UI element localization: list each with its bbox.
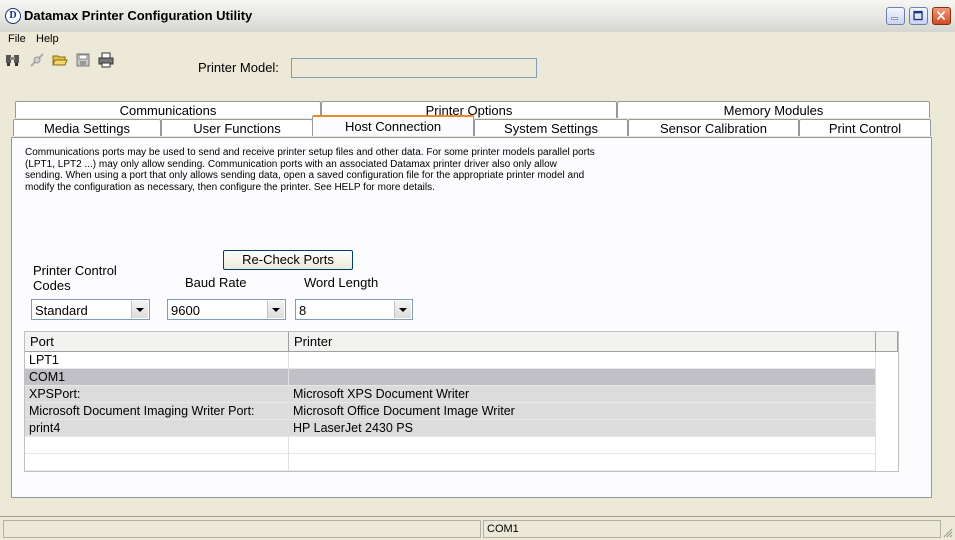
tab-user-functions[interactable]: User Functions [161,119,313,136]
tab-media-settings[interactable]: Media Settings [13,119,161,136]
status-pane-port: COM1 [483,520,941,538]
tab-communications[interactable]: Communications [15,101,321,118]
open-folder-icon[interactable] [52,52,68,68]
baud-rate-select[interactable]: 9600 [167,299,286,320]
table-row[interactable]: COM1 [25,369,876,386]
search-printer-icon[interactable] [5,52,21,68]
table-row[interactable]: Microsoft Document Imaging Writer Port: … [25,403,876,420]
maximize-button[interactable] [909,7,928,25]
table-row[interactable]: print4 HP LaserJet 2430 PS [25,420,876,437]
port-cell [25,437,289,454]
tab-sensor-calibration[interactable]: Sensor Calibration [628,119,799,136]
tab-strip: Communications Printer Options Memory Mo… [0,100,955,136]
menu-file[interactable]: File [8,33,26,45]
column-header-extra [876,332,898,351]
save-disk-icon[interactable] [75,52,91,68]
word-length-value: 8 [299,303,307,318]
tab-print-control[interactable]: Print Control [799,119,931,136]
minimize-button[interactable] [886,7,905,25]
resize-grip-icon[interactable] [941,526,953,538]
column-header-port[interactable]: Port [25,332,289,351]
port-cell: LPT1 [25,352,289,369]
tab-host-connection[interactable]: Host Connection [312,115,474,136]
printer-model-label: Printer Model: [198,60,279,75]
title-bar[interactable]: D Datamax Printer Configuration Utility [0,0,955,33]
printer-model-field [291,58,537,78]
printer-cell: Microsoft Office Document Image Writer [289,403,876,420]
chevron-down-icon[interactable] [131,301,148,318]
baud-rate-label: Baud Rate [185,275,247,290]
close-icon [936,10,946,21]
ports-table: Port Printer LPT1 COM1 XPSPort: Microsof… [24,331,899,472]
word-length-label: Word Length [304,275,379,290]
control-codes-select[interactable]: Standard [31,299,150,320]
printer-cell [289,454,876,471]
port-cell: COM1 [25,369,289,386]
printer-cell [289,352,876,369]
control-codes-label: Printer Control Codes [33,263,117,293]
printer-cell: HP LaserJet 2430 PS [289,420,876,437]
window-title: Datamax Printer Configuration Utility [24,8,253,23]
control-codes-value: Standard [35,303,88,318]
close-button[interactable] [932,7,951,25]
maximize-icon [913,10,923,21]
port-cell: XPSPort: [25,386,289,403]
status-pane-main [3,520,481,538]
disconnect-icon[interactable] [29,52,45,68]
printer-cell [289,369,876,386]
tab-memory-modules[interactable]: Memory Modules [617,101,930,118]
printer-cell: Microsoft XPS Document Writer [289,386,876,403]
baud-rate-value: 9600 [171,303,200,318]
app-icon: D [5,8,21,24]
menu-help[interactable]: Help [36,33,59,45]
host-description: Communications ports may be used to send… [25,147,595,193]
status-bar: COM1 [0,516,955,540]
port-cell: print4 [25,420,289,437]
chevron-down-icon[interactable] [394,301,411,318]
printer-icon[interactable] [98,52,114,68]
tab-system-settings[interactable]: System Settings [474,119,628,136]
port-cell: Microsoft Document Imaging Writer Port: [25,403,289,420]
table-row-empty [25,454,876,471]
recheck-ports-button[interactable]: Re-Check Ports [223,250,353,270]
table-row[interactable]: LPT1 [25,352,876,369]
chevron-down-icon[interactable] [267,301,284,318]
table-row[interactable]: XPSPort: Microsoft XPS Document Writer [25,386,876,403]
word-length-select[interactable]: 8 [295,299,413,320]
minimize-icon [891,17,898,20]
port-cell [25,454,289,471]
table-header: Port Printer [25,332,898,352]
app-window: D Datamax Printer Configuration Utility … [0,0,955,540]
menu-bar: File Help [0,32,955,48]
toolbar [0,50,120,70]
printer-cell [289,437,876,454]
table-row-empty [25,437,876,454]
column-header-printer[interactable]: Printer [289,332,876,351]
